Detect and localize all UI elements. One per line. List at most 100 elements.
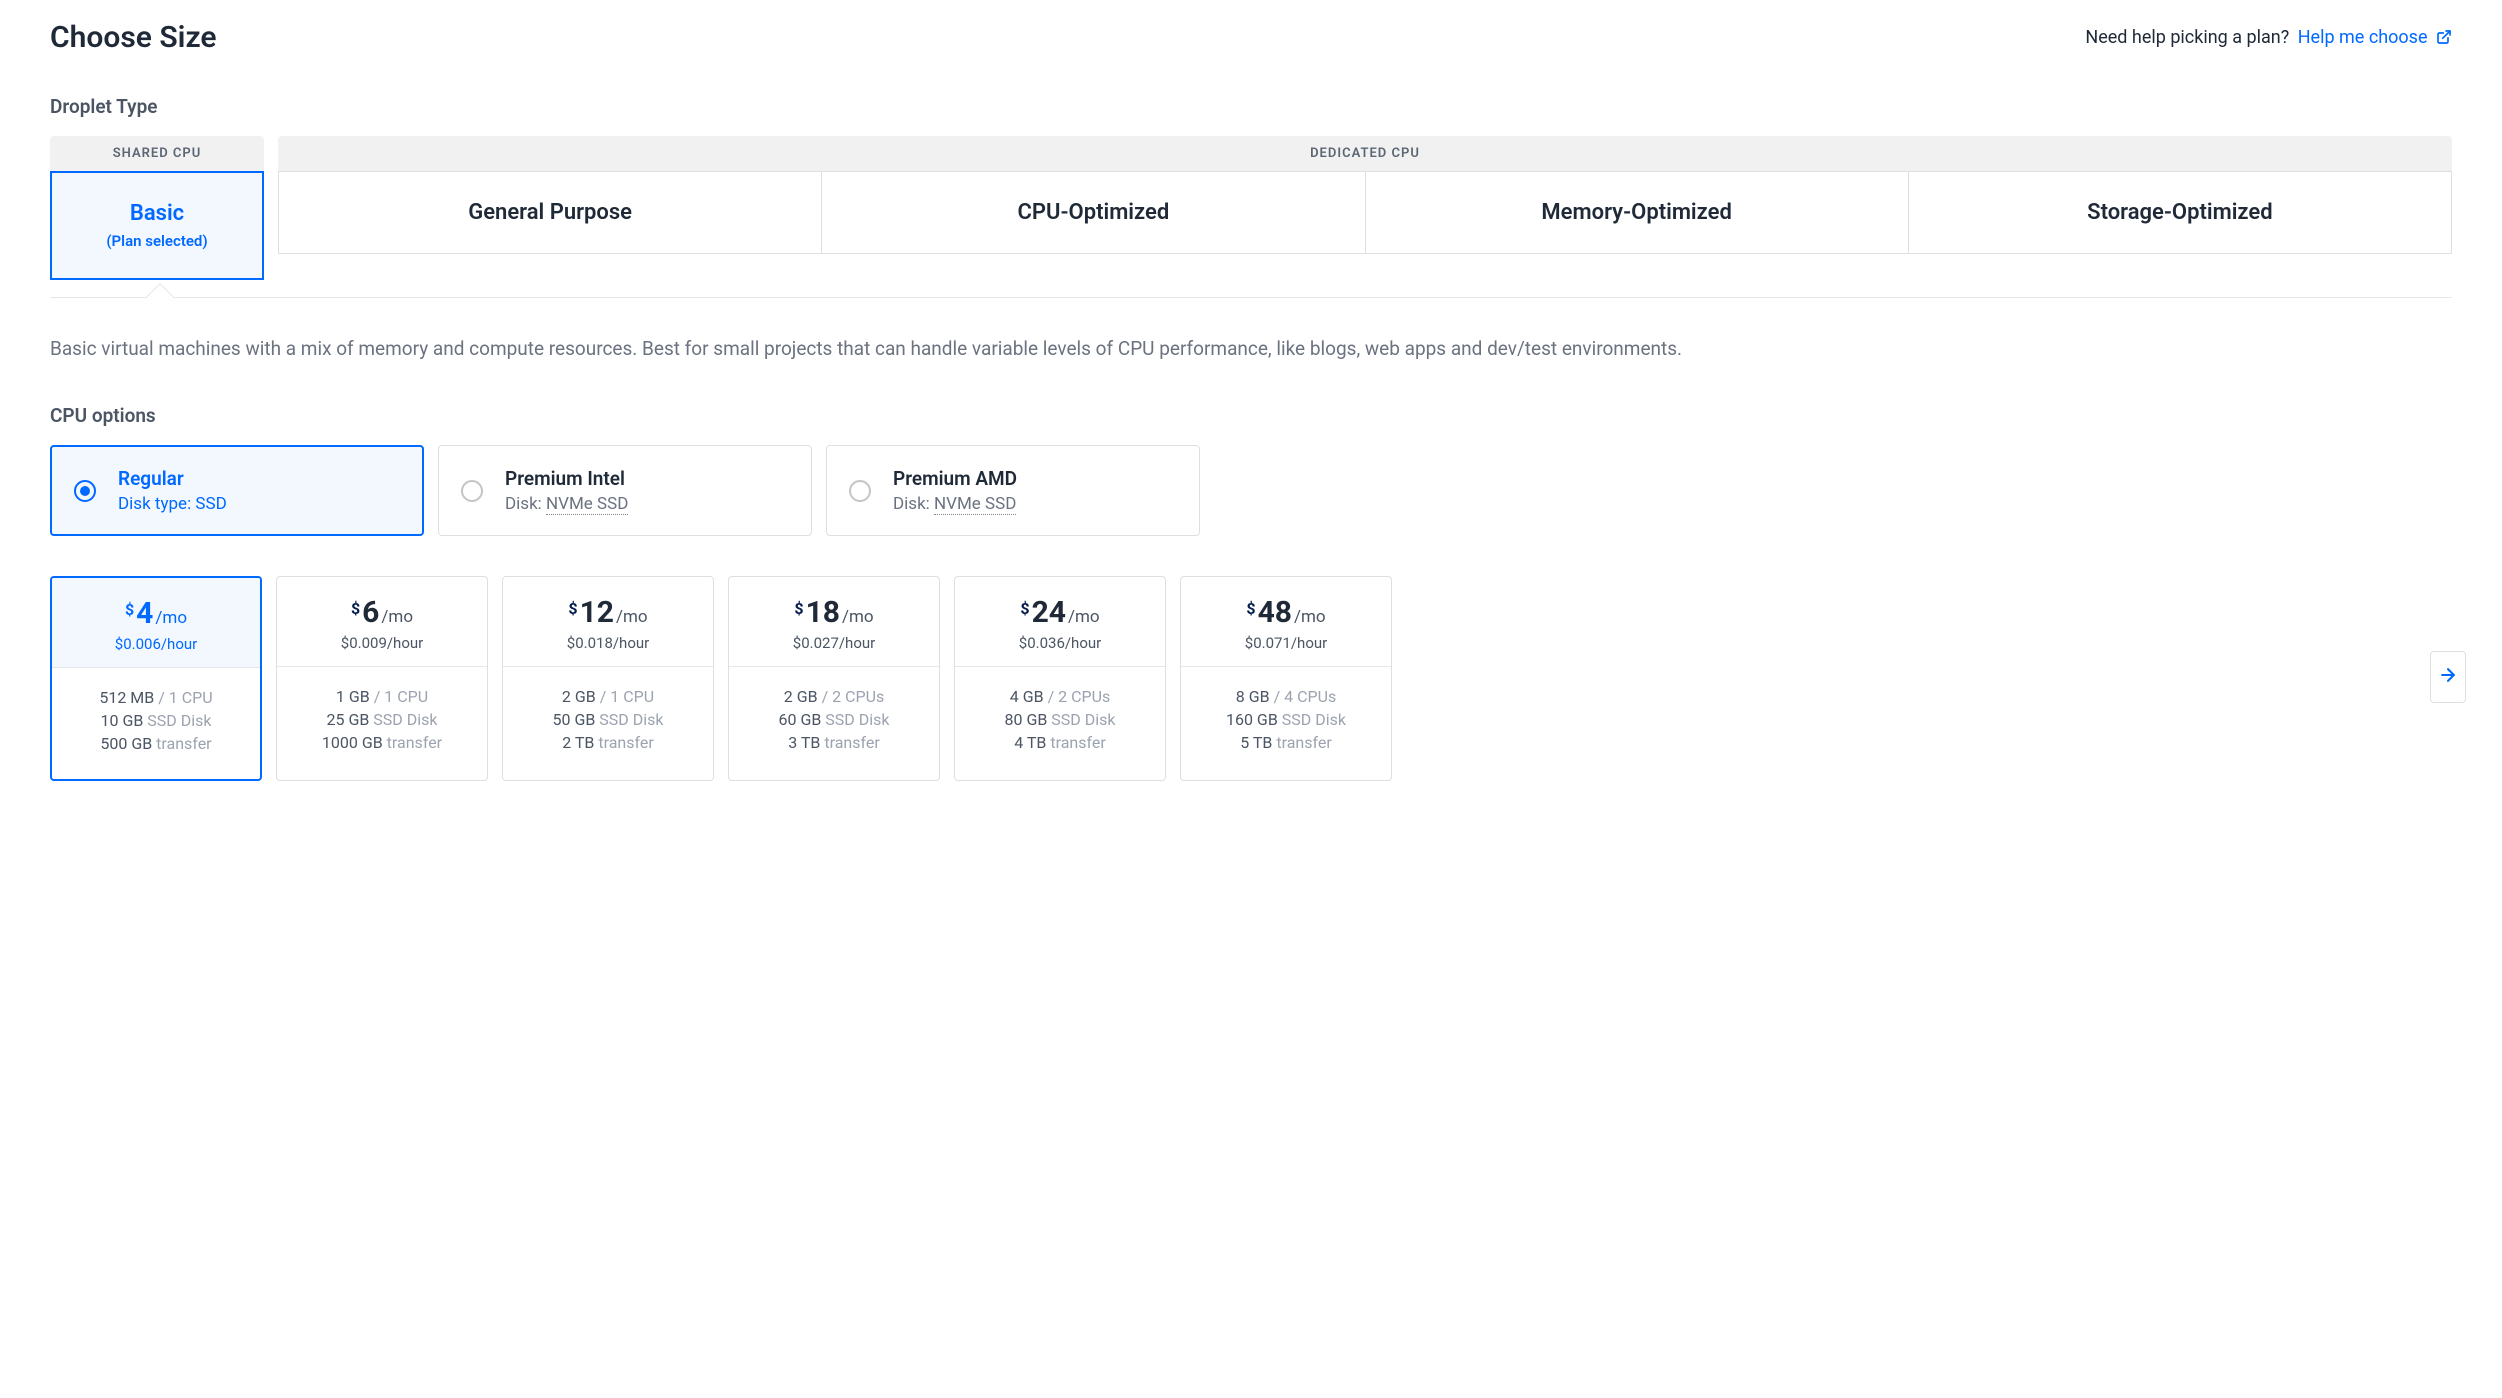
price-per: /mo bbox=[842, 607, 874, 627]
spec-disk: 160 GB bbox=[1226, 710, 1278, 729]
spec-cpu: / 2 CPUs bbox=[818, 687, 885, 706]
spec-cpu: / 2 CPUs bbox=[1044, 687, 1111, 706]
type-option-name: General Purpose bbox=[289, 200, 811, 225]
price-plan-card[interactable]: $ 18 /mo $0.027/hour 2 GB / 2 CPUs 60 GB… bbox=[728, 576, 940, 781]
type-option-name: Memory-Optimized bbox=[1376, 200, 1898, 225]
type-option-basic[interactable]: Basic (Plan selected) bbox=[50, 171, 264, 280]
radio-icon bbox=[461, 480, 483, 502]
dollar-sign: $ bbox=[1020, 599, 1029, 618]
price-plan-row: $ 4 /mo $0.006/hour 512 MB / 1 CPU 10 GB… bbox=[50, 576, 2452, 781]
dollar-sign: $ bbox=[794, 599, 803, 618]
price-hourly: $0.006/hour bbox=[60, 635, 252, 653]
droplet-type-label: Droplet Type bbox=[50, 95, 2452, 118]
shared-cpu-header: SHARED CPU bbox=[50, 136, 264, 171]
cpu-option-sub: Disk type: SSD bbox=[118, 494, 227, 514]
type-option-storage-optimized[interactable]: Storage-Optimized bbox=[1909, 171, 2452, 254]
arrow-right-icon bbox=[2438, 665, 2458, 689]
spec-disk-label: SSD Disk bbox=[821, 710, 889, 729]
price-amount: 24 bbox=[1032, 595, 1066, 630]
price-amount: 6 bbox=[362, 595, 379, 630]
spec-transfer-label: transfer bbox=[1272, 733, 1331, 752]
price-plan-card[interactable]: $ 4 /mo $0.006/hour 512 MB / 1 CPU 10 GB… bbox=[50, 576, 262, 781]
help-prompt: Need help picking a plan? Help me choose bbox=[2085, 27, 2452, 48]
spec-ram: 512 MB bbox=[99, 688, 154, 707]
price-hourly: $0.018/hour bbox=[511, 634, 705, 652]
radio-icon bbox=[74, 480, 96, 502]
spec-ram: 1 GB bbox=[336, 687, 370, 706]
price-per: /mo bbox=[616, 607, 648, 627]
price-plan-card[interactable]: $ 12 /mo $0.018/hour 2 GB / 1 CPU 50 GB … bbox=[502, 576, 714, 781]
external-link-icon bbox=[2432, 27, 2452, 48]
price-plan-card[interactable]: $ 24 /mo $0.036/hour 4 GB / 2 CPUs 80 GB… bbox=[954, 576, 1166, 781]
cpu-option-title: Regular bbox=[118, 467, 227, 490]
spec-disk-label: SSD Disk bbox=[595, 710, 663, 729]
spec-transfer: 2 TB bbox=[562, 733, 594, 752]
spec-ram: 4 GB bbox=[1010, 687, 1044, 706]
spec-disk-label: SSD Disk bbox=[1047, 710, 1115, 729]
cpu-option-sub: Disk: NVMe SSD bbox=[893, 494, 1017, 514]
price-plan-card[interactable]: $ 48 /mo $0.071/hour 8 GB / 4 CPUs 160 G… bbox=[1180, 576, 1392, 781]
price-hourly: $0.009/hour bbox=[285, 634, 479, 652]
cpu-options-row: Regular Disk type: SSD Premium Intel Dis… bbox=[50, 445, 2452, 536]
spec-cpu: / 1 CPU bbox=[370, 687, 428, 706]
type-option-name: Basic bbox=[62, 201, 252, 226]
spec-disk: 60 GB bbox=[778, 710, 821, 729]
spec-transfer-label: transfer bbox=[1046, 733, 1105, 752]
cpu-options-label: CPU options bbox=[50, 404, 2452, 427]
spec-disk-label: SSD Disk bbox=[143, 711, 211, 730]
cpu-option-regular[interactable]: Regular Disk type: SSD bbox=[50, 445, 424, 536]
spec-disk: 50 GB bbox=[552, 710, 595, 729]
droplet-type-tabs: SHARED CPU Basic (Plan selected) DEDICAT… bbox=[50, 136, 2452, 280]
tab-pointer bbox=[50, 290, 2452, 304]
cpu-option-title: Premium AMD bbox=[893, 467, 1017, 490]
dollar-sign: $ bbox=[1246, 599, 1255, 618]
dollar-sign: $ bbox=[351, 599, 360, 618]
dedicated-cpu-header: DEDICATED CPU bbox=[278, 136, 2452, 171]
type-option-cpu-optimized[interactable]: CPU-Optimized bbox=[822, 171, 1365, 254]
spec-transfer: 3 TB bbox=[788, 733, 820, 752]
spec-transfer: 4 TB bbox=[1014, 733, 1046, 752]
scroll-right-button[interactable] bbox=[2430, 651, 2466, 703]
spec-disk-label: SSD Disk bbox=[1278, 710, 1346, 729]
dollar-sign: $ bbox=[125, 600, 134, 619]
price-hourly: $0.071/hour bbox=[1189, 634, 1383, 652]
price-per: /mo bbox=[381, 607, 413, 627]
price-amount: 4 bbox=[136, 596, 153, 631]
spec-cpu: / 4 CPUs bbox=[1270, 687, 1337, 706]
plan-description: Basic virtual machines with a mix of mem… bbox=[50, 334, 2452, 364]
spec-disk-label: SSD Disk bbox=[369, 710, 437, 729]
spec-ram: 2 GB bbox=[784, 687, 818, 706]
cpu-option-title: Premium Intel bbox=[505, 467, 628, 490]
type-option-sub: (Plan selected) bbox=[62, 232, 252, 250]
spec-disk: 25 GB bbox=[326, 710, 369, 729]
cpu-option-premium-intel[interactable]: Premium Intel Disk: NVMe SSD bbox=[438, 445, 812, 536]
spec-cpu: / 1 CPU bbox=[154, 688, 212, 707]
price-per: /mo bbox=[1294, 607, 1326, 627]
spec-transfer: 5 TB bbox=[1240, 733, 1272, 752]
help-link-text: Help me choose bbox=[2298, 27, 2428, 48]
spec-disk: 80 GB bbox=[1004, 710, 1047, 729]
price-per: /mo bbox=[1068, 607, 1100, 627]
spec-transfer-label: transfer bbox=[820, 733, 879, 752]
type-option-general-purpose[interactable]: General Purpose bbox=[278, 171, 822, 254]
spec-disk: 10 GB bbox=[100, 711, 143, 730]
type-option-memory-optimized[interactable]: Memory-Optimized bbox=[1366, 171, 1909, 254]
price-amount: 12 bbox=[580, 595, 614, 630]
radio-icon bbox=[849, 480, 871, 502]
spec-transfer-label: transfer bbox=[152, 734, 211, 753]
cpu-option-sub: Disk: NVMe SSD bbox=[505, 494, 628, 514]
price-per: /mo bbox=[155, 608, 187, 628]
spec-ram: 8 GB bbox=[1236, 687, 1270, 706]
spec-transfer: 1000 GB bbox=[322, 733, 383, 752]
price-plan-card[interactable]: $ 6 /mo $0.009/hour 1 GB / 1 CPU 25 GB S… bbox=[276, 576, 488, 781]
cpu-option-premium-amd[interactable]: Premium AMD Disk: NVMe SSD bbox=[826, 445, 1200, 536]
help-prompt-text: Need help picking a plan? bbox=[2085, 27, 2289, 48]
price-amount: 18 bbox=[806, 595, 840, 630]
spec-ram: 2 GB bbox=[562, 687, 596, 706]
spec-cpu: / 1 CPU bbox=[596, 687, 654, 706]
spec-transfer-label: transfer bbox=[383, 733, 442, 752]
help-me-choose-link[interactable]: Help me choose bbox=[2298, 27, 2452, 48]
type-option-name: CPU-Optimized bbox=[832, 200, 1354, 225]
price-hourly: $0.036/hour bbox=[963, 634, 1157, 652]
price-hourly: $0.027/hour bbox=[737, 634, 931, 652]
